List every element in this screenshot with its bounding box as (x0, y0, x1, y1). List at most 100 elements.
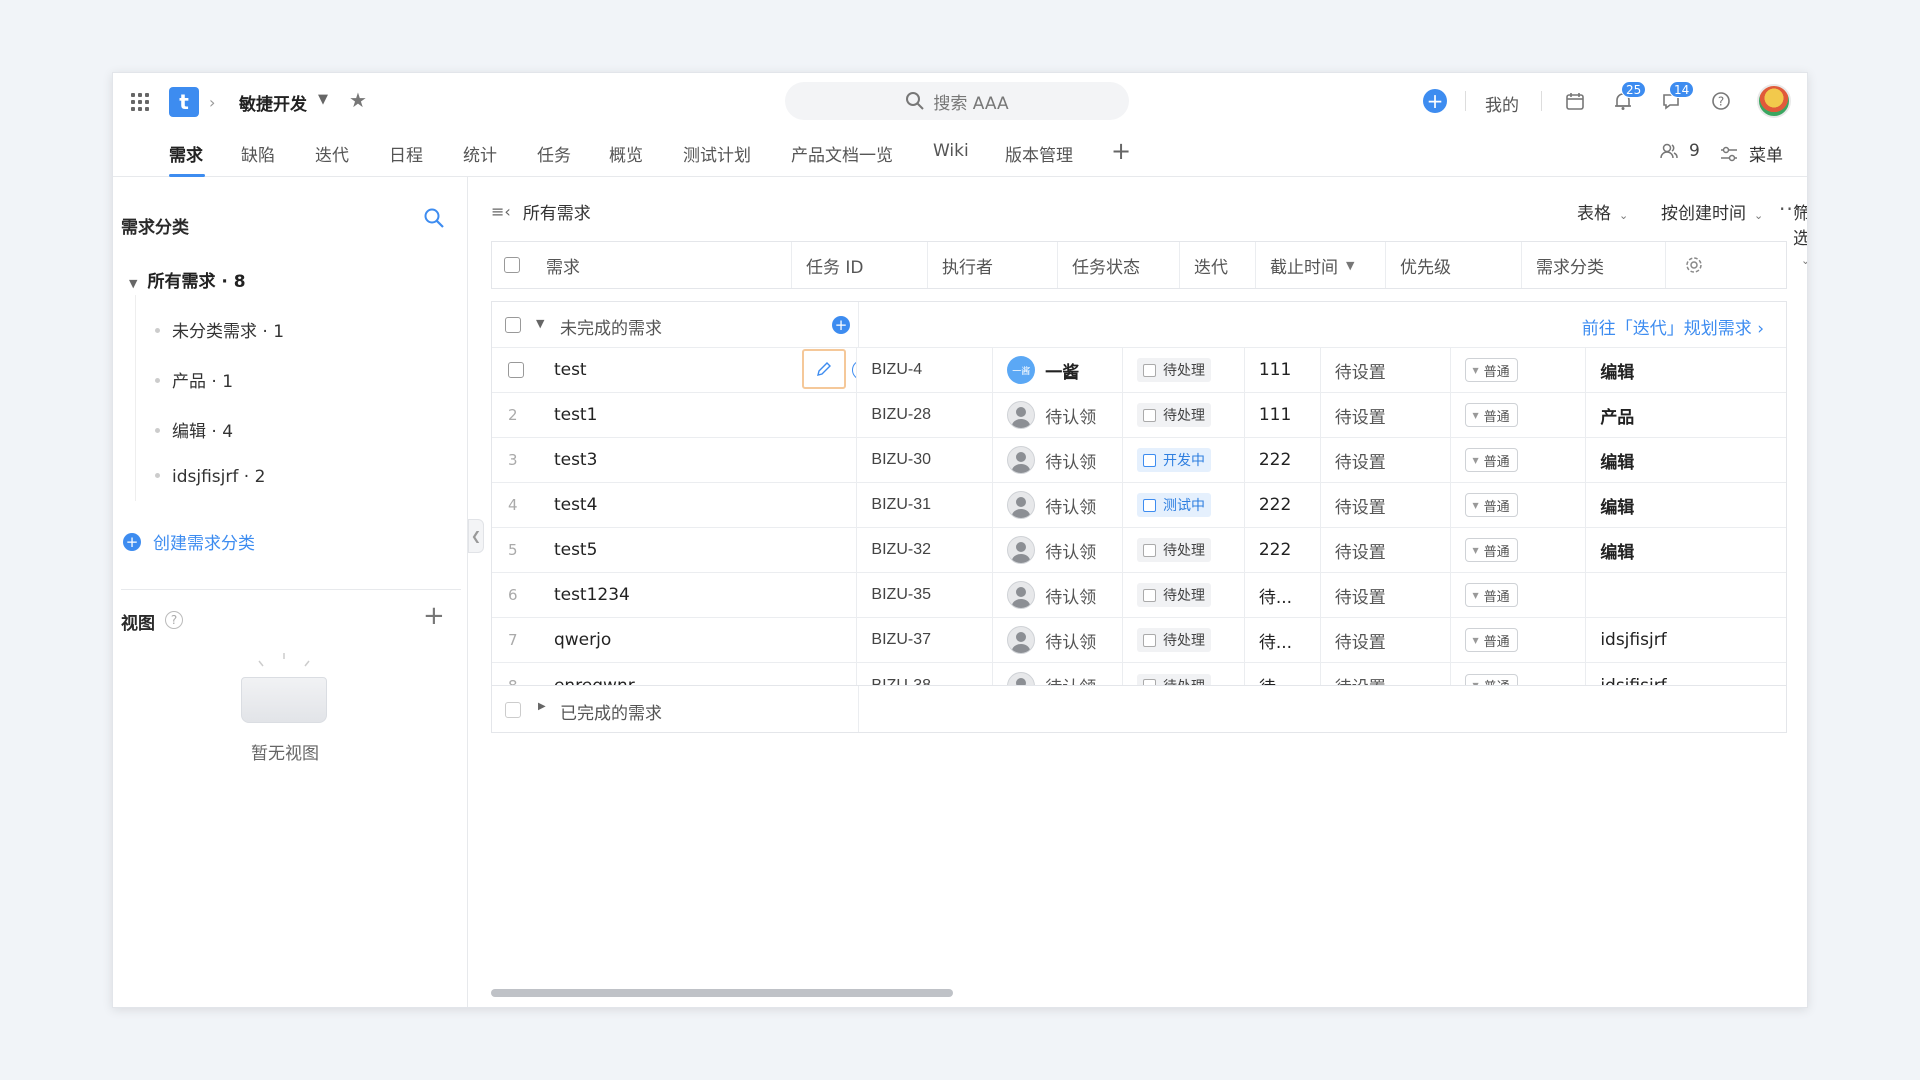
user-avatar[interactable] (1757, 84, 1791, 118)
message-icon[interactable]: 14 (1659, 81, 1695, 113)
category[interactable] (1586, 573, 1786, 617)
status-cell[interactable]: 待处理 (1123, 573, 1245, 617)
group-select-checkbox[interactable] (505, 317, 521, 333)
app-logo[interactable]: t (169, 87, 199, 117)
table-row[interactable]: 3 test3 BIZU-30 待认领 开发中 222 待设置 ▼ 普通 编辑 (492, 438, 1786, 483)
collapse-list-icon[interactable]: ≡‹ (491, 202, 511, 221)
iteration[interactable]: 222 (1245, 438, 1321, 482)
sort-dropdown[interactable]: 按创建时间 ⌄ (1661, 199, 1763, 224)
priority-cell[interactable]: ▼ 普通 (1451, 618, 1587, 662)
status-cell[interactable]: 待处理 (1123, 528, 1245, 572)
executor[interactable]: 待认领 (993, 438, 1124, 482)
global-add-button[interactable]: + (1423, 89, 1447, 113)
table-row[interactable]: 5 test5 BIZU-32 待认领 待处理 222 待设置 ▼ 普通 编辑 (492, 528, 1786, 573)
executor[interactable]: 待认领 (993, 393, 1124, 437)
table-row[interactable]: 6 test1234 BIZU-35 待认领 待处理 待... 待设置 ▼ 普通 (492, 573, 1786, 618)
edit-pencil-icon[interactable] (801, 349, 846, 389)
priority-cell[interactable]: ▼ 普通 (1451, 438, 1587, 482)
tab-version-management[interactable]: 版本管理 (1005, 141, 1073, 166)
category[interactable]: 编辑 (1586, 528, 1786, 572)
apps-grid-icon[interactable] (131, 93, 149, 111)
row-name[interactable]: test1 (532, 393, 858, 437)
category[interactable]: 产品 (1586, 393, 1786, 437)
table-row[interactable]: 4 test4 BIZU-31 待认领 测试中 222 待设置 ▼ 普通 编辑 (492, 483, 1786, 528)
row-name[interactable]: test3 (532, 438, 858, 482)
row-name[interactable]: test + (532, 348, 858, 392)
sidebar-search-icon[interactable] (423, 207, 445, 234)
tab-product-docs[interactable]: 产品文档一览 (791, 141, 893, 166)
row-name[interactable]: test1234 (532, 573, 858, 617)
create-category-button[interactable]: + 创建需求分类 (123, 529, 255, 554)
calendar-icon[interactable] (1563, 89, 1587, 113)
tab-overview[interactable]: 概览 (609, 141, 643, 166)
column-header-task-id[interactable]: 任务 ID (792, 242, 928, 288)
column-header-iteration[interactable]: 迭代 (1180, 242, 1256, 288)
due-date[interactable]: 待设置 (1321, 618, 1451, 662)
executor[interactable]: 待认领 (993, 483, 1124, 527)
sidebar-item-product[interactable]: 产品 · 1 (155, 367, 233, 392)
add-subtask-icon[interactable]: + (851, 360, 857, 380)
column-header-priority[interactable]: 优先级 (1386, 242, 1522, 288)
column-header-executor[interactable]: 执行者 (928, 242, 1058, 288)
sidebar-item-uncategorized[interactable]: 未分类需求 · 1 (155, 317, 284, 342)
star-icon[interactable]: ★ (349, 88, 367, 112)
iteration[interactable]: 222 (1245, 483, 1321, 527)
table-row[interactable]: 7 qwerjo BIZU-37 待认领 待处理 待... 待设置 ▼ 普通 id… (492, 618, 1786, 663)
expand-triangle-icon[interactable]: ▼ (129, 277, 137, 290)
due-date[interactable]: 待设置 (1321, 483, 1451, 527)
category[interactable]: 编辑 (1586, 483, 1786, 527)
executor[interactable]: 一酱 一酱 (993, 348, 1124, 392)
tab-requirements[interactable]: 需求 (169, 141, 203, 166)
table-row[interactable]: 2 test1 BIZU-28 待认领 待处理 111 待设置 ▼ 普通 产品 (492, 393, 1786, 438)
views-help-icon[interactable]: ? (165, 611, 183, 629)
tab-iterations[interactable]: 迭代 (315, 141, 349, 166)
executor[interactable]: 待认领 (993, 528, 1124, 572)
sidebar-item-edit[interactable]: 编辑 · 4 (155, 417, 233, 442)
iteration[interactable]: 222 (1245, 528, 1321, 572)
my-link[interactable]: 我的 (1485, 91, 1519, 116)
table-row[interactable]: test + BIZU-4 一酱一酱 待处理 111 待设置 ▼ 普通 编辑 (492, 348, 1786, 393)
priority-cell[interactable]: ▼ 普通 (1451, 528, 1587, 572)
column-header-status[interactable]: 任务状态 (1058, 242, 1180, 288)
menu-button[interactable]: 菜单 (1719, 141, 1783, 166)
row-name[interactable]: qwerjo (532, 618, 858, 662)
priority-cell[interactable]: ▼ 普通 (1451, 393, 1587, 437)
project-name[interactable]: 敏捷开发 (239, 90, 307, 115)
more-options-icon[interactable]: ··· (1779, 197, 1801, 221)
horizontal-scrollbar[interactable] (491, 989, 953, 997)
group-add-button[interactable]: + (832, 316, 850, 334)
tab-wiki[interactable]: Wiki (933, 141, 969, 161)
column-settings-icon[interactable] (1666, 242, 1722, 288)
column-header-due[interactable]: 截止时间 ▼ (1256, 242, 1386, 288)
category[interactable]: 编辑 (1586, 348, 1786, 392)
members-button[interactable]: 9 (1659, 141, 1700, 161)
status-cell[interactable]: 待处理 (1123, 348, 1245, 392)
sidebar-item-all[interactable]: ▼ 所有需求 · 8 (129, 267, 246, 292)
expand-triangle-icon[interactable]: ▶ (538, 701, 546, 712)
status-cell[interactable]: 开发中 (1123, 438, 1245, 482)
status-cell[interactable]: 待处理 (1123, 618, 1245, 662)
due-date[interactable]: 待设置 (1321, 348, 1451, 392)
group-completed[interactable]: ▶ 已完成的需求 (491, 685, 1787, 733)
row-name[interactable]: test5 (532, 528, 858, 572)
executor[interactable]: 待认领 (993, 573, 1124, 617)
column-header-name[interactable]: 需求 (532, 242, 792, 288)
tab-test-plan[interactable]: 测试计划 (683, 141, 751, 166)
group-collapse-triangle-icon[interactable]: ▼ (536, 317, 544, 330)
plan-in-iteration-link[interactable]: 前往「迭代」规划需求 › (1582, 314, 1764, 339)
row-checkbox[interactable] (508, 362, 524, 378)
iteration[interactable]: 待... (1245, 618, 1321, 662)
tab-defects[interactable]: 缺陷 (241, 141, 275, 166)
status-cell[interactable]: 测试中 (1123, 483, 1245, 527)
status-cell[interactable]: 待处理 (1123, 393, 1245, 437)
tab-statistics[interactable]: 统计 (463, 141, 497, 166)
due-date[interactable]: 待设置 (1321, 573, 1451, 617)
priority-cell[interactable]: ▼ 普通 (1451, 483, 1587, 527)
tab-tasks[interactable]: 任务 (537, 141, 571, 166)
iteration[interactable]: 111 (1245, 393, 1321, 437)
project-caret-down-icon[interactable]: ▼ (318, 92, 328, 107)
add-tab-button[interactable]: + (1111, 137, 1131, 165)
column-header-category[interactable]: 需求分类 (1522, 242, 1666, 288)
category[interactable]: idsjfisjrf (1586, 618, 1786, 662)
help-icon[interactable]: ? (1709, 89, 1733, 113)
